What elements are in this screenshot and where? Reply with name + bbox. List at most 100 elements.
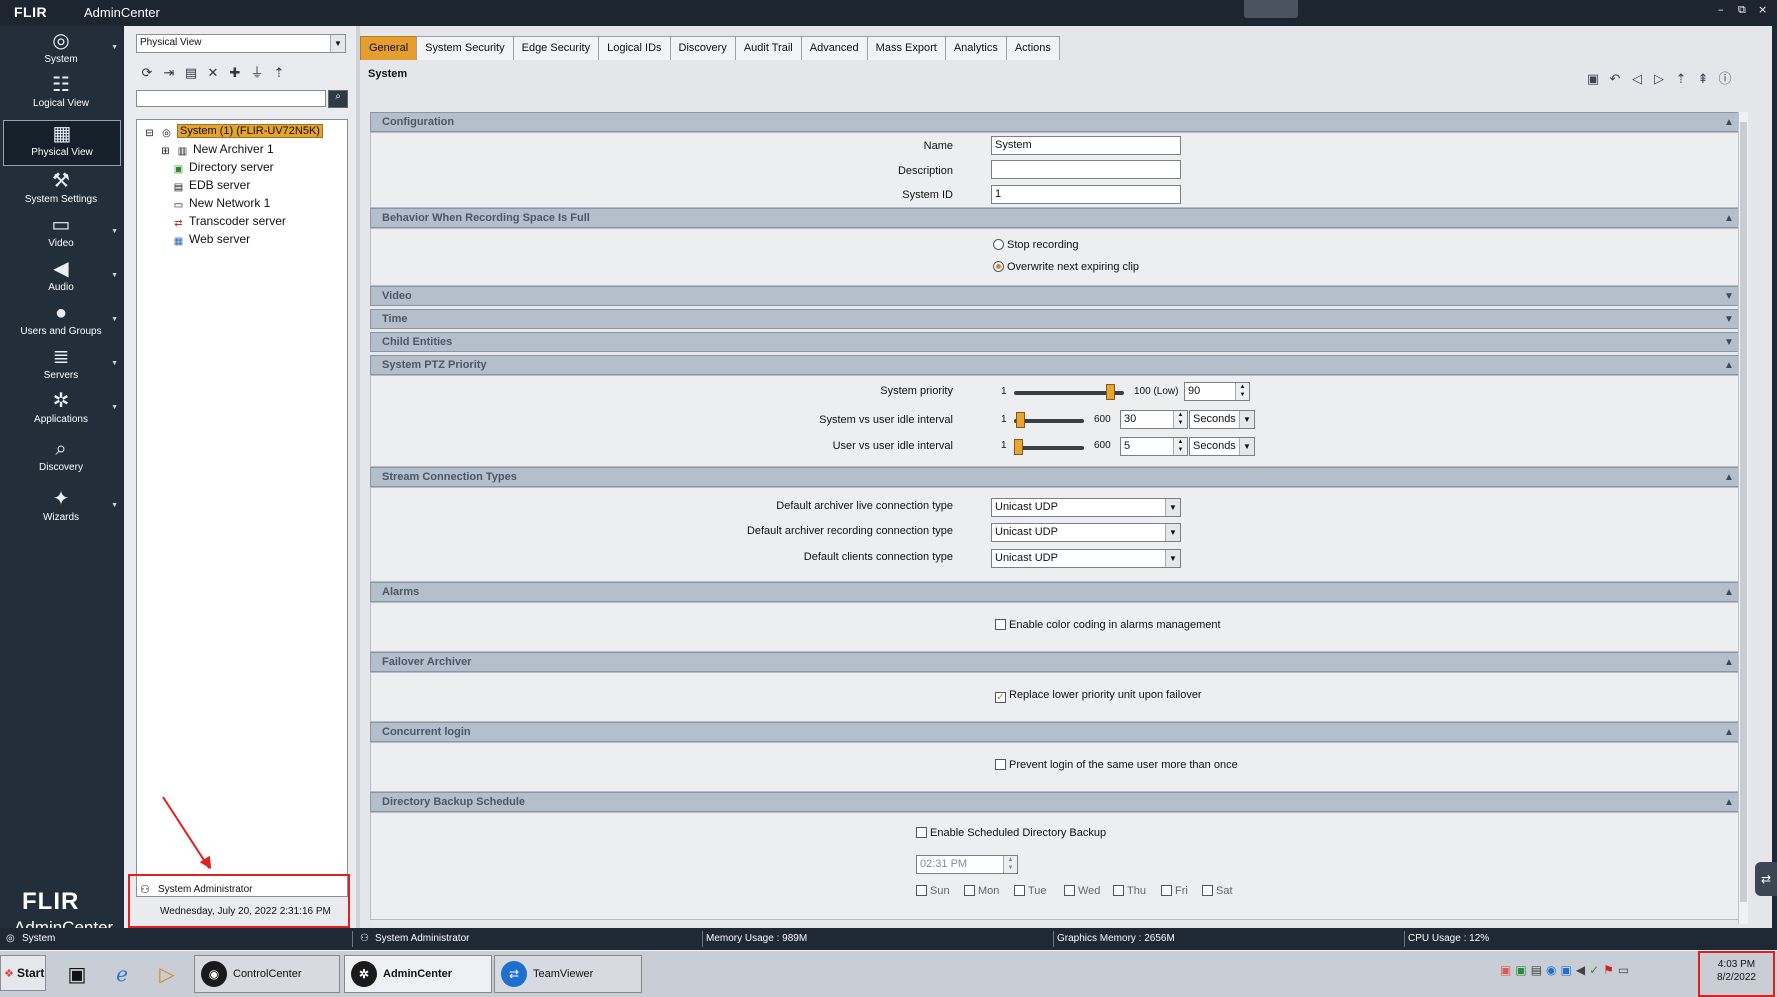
enable-backup-checkbox[interactable]: Enable Scheduled Directory Backup: [916, 827, 1106, 839]
section-behavior-header[interactable]: Behavior When Recording Space Is Full ▲: [370, 208, 1742, 228]
section-configuration-header[interactable]: Configuration ▲: [370, 112, 1742, 132]
help-icon[interactable]: ⓘ: [1714, 68, 1736, 87]
tray-app-icon[interactable]: ▣: [1500, 963, 1515, 977]
add-to-icon[interactable]: ⇞: [1692, 72, 1714, 87]
media-player-icon[interactable]: ▷: [150, 957, 184, 991]
tray-excel-icon[interactable]: ▣: [1515, 963, 1530, 977]
nav-item-servers[interactable]: ≣ Servers ▼: [0, 346, 122, 390]
section-failover-header[interactable]: Failover Archiver ▲: [370, 652, 1742, 672]
section-time-header[interactable]: Time ▼: [370, 309, 1742, 329]
nav-item-applications[interactable]: ✲ Applications ▼: [0, 390, 122, 434]
nav-item-system[interactable]: ◎ System ▼: [0, 30, 122, 74]
day-sun-checkbox[interactable]: Sun: [916, 885, 950, 897]
section-ptz-header[interactable]: System PTZ Priority ▲: [370, 355, 1742, 375]
description-field[interactable]: [991, 160, 1181, 179]
tree-node-network[interactable]: ▭ New Network 1: [172, 196, 271, 212]
tree-node-transcoder[interactable]: ⇄ Transcoder server: [172, 214, 286, 230]
tray-monitor-icon[interactable]: ▭: [1618, 963, 1633, 977]
sys-user-idle-slider[interactable]: [1014, 412, 1084, 428]
tree-node-edb-server[interactable]: ▤ EDB server: [172, 178, 251, 194]
task-controlcenter[interactable]: ◉ ControlCenter: [194, 955, 340, 993]
properties-scrollbar[interactable]: [1738, 112, 1748, 924]
system-priority-slider[interactable]: [1014, 384, 1124, 400]
task-teamviewer[interactable]: ⇄ TeamViewer: [494, 955, 642, 993]
sys-user-idle-spinner[interactable]: 30 ▲ ▼: [1120, 410, 1188, 429]
search-icon[interactable]: ⌕: [328, 90, 348, 108]
sys-user-idle-unit-select[interactable]: Seconds ▼: [1189, 410, 1255, 429]
recording-connection-select[interactable]: Unicast UDP ▼: [991, 523, 1181, 542]
tree-node-directory-server[interactable]: ▣ Directory server: [172, 160, 274, 176]
filter-icon[interactable]: ⏚: [246, 62, 268, 81]
nav-item-discovery[interactable]: ⌕ Discovery: [0, 438, 122, 482]
day-tue-checkbox[interactable]: Tue: [1014, 885, 1047, 897]
user-user-idle-unit-select[interactable]: Seconds ▼: [1189, 437, 1255, 456]
nav-item-logical-view[interactable]: ☷ Logical View: [0, 74, 122, 118]
screen-layout-toolbar[interactable]: [1244, 0, 1298, 18]
task-admincenter[interactable]: ✲ AdminCenter: [344, 955, 492, 993]
tab-analytics[interactable]: Analytics: [944, 36, 1007, 60]
minimize-button[interactable]: –: [1718, 3, 1724, 16]
overwrite-radio[interactable]: Overwrite next expiring clip: [993, 261, 1139, 273]
tree-node-archiver[interactable]: ⊞ ▥ New Archiver 1: [159, 142, 273, 158]
internet-explorer-icon[interactable]: ℯ: [105, 957, 139, 991]
delete-icon[interactable]: ✕: [202, 66, 224, 81]
add-entity-icon[interactable]: ⇥: [158, 66, 180, 81]
section-video-header[interactable]: Video ▼: [370, 286, 1742, 306]
close-button[interactable]: ×: [1758, 3, 1767, 16]
tree-node-web-server[interactable]: ▦ Web server: [172, 232, 250, 248]
backup-time-field[interactable]: 02:31 PM ▲ ▼: [916, 855, 1018, 874]
scrollbar-thumb[interactable]: [1740, 122, 1747, 902]
section-backup-header[interactable]: Directory Backup Schedule ▲: [370, 792, 1742, 812]
refresh-icon[interactable]: ⟳: [136, 66, 158, 81]
color-coding-checkbox[interactable]: Enable color coding in alarms management: [995, 619, 1221, 631]
nav-item-audio[interactable]: ◀ Audio ▼: [0, 258, 122, 302]
copy-icon[interactable]: ▤: [180, 66, 202, 81]
save-icon[interactable]: ▣: [1582, 72, 1604, 87]
section-stream-header[interactable]: Stream Connection Types ▲: [370, 467, 1742, 487]
undo-icon[interactable]: ↶: [1604, 72, 1626, 87]
system-priority-spinner[interactable]: 90 ▲ ▼: [1184, 382, 1250, 401]
replace-priority-checkbox[interactable]: ✓ Replace lower priority unit upon failov…: [995, 689, 1202, 703]
day-fri-checkbox[interactable]: Fri: [1161, 885, 1188, 897]
tray-network-icon[interactable]: ▤: [1531, 963, 1546, 977]
nav-item-system-settings[interactable]: ⚒ System Settings: [0, 170, 122, 214]
tab-actions[interactable]: Actions: [1005, 36, 1060, 60]
stop-recording-radio[interactable]: Stop recording: [993, 239, 1079, 251]
tray-flag-icon[interactable]: ⚑: [1603, 963, 1618, 977]
user-user-idle-slider[interactable]: [1014, 439, 1084, 455]
tab-edge-security[interactable]: Edge Security: [512, 36, 600, 60]
add-icon[interactable]: ✚: [224, 66, 246, 81]
section-child-entities-header[interactable]: Child Entities ▼: [370, 332, 1742, 352]
tab-mass-export[interactable]: Mass Export: [866, 36, 946, 60]
day-mon-checkbox[interactable]: Mon: [964, 885, 999, 897]
view-select[interactable]: Physical View ▼: [136, 34, 346, 53]
teamviewer-side-tab[interactable]: ⇄: [1755, 862, 1777, 896]
tray-security-icon[interactable]: ▣: [1561, 963, 1576, 977]
tab-audit-trail[interactable]: Audit Trail: [734, 36, 802, 60]
tab-logical-ids[interactable]: Logical IDs: [598, 36, 671, 60]
day-wed-checkbox[interactable]: Wed: [1064, 885, 1100, 897]
tray-volume-icon[interactable]: ◀: [1576, 963, 1589, 977]
live-connection-select[interactable]: Unicast UDP ▼: [991, 498, 1181, 517]
tab-advanced[interactable]: Advanced: [800, 36, 868, 60]
tray-teamviewer-icon[interactable]: ◉: [1546, 963, 1560, 977]
tab-discovery[interactable]: Discovery: [669, 36, 736, 60]
system-id-field[interactable]: 1: [991, 185, 1181, 204]
section-concurrent-header[interactable]: Concurrent login ▲: [370, 722, 1742, 742]
clients-connection-select[interactable]: Unicast UDP ▼: [991, 549, 1181, 568]
move-up-icon[interactable]: ⇡: [268, 66, 290, 81]
nav-item-wizards[interactable]: ✦ Wizards ▼: [0, 488, 122, 532]
restore-button[interactable]: ⧉: [1738, 3, 1746, 17]
back-icon[interactable]: ◁: [1626, 72, 1648, 87]
tray-check-icon[interactable]: ✓: [1589, 963, 1603, 977]
taskbar-clock[interactable]: 4:03 PM 8/2/2022: [1698, 951, 1775, 997]
forward-icon[interactable]: ▷: [1648, 72, 1670, 87]
tree-search-input[interactable]: [136, 90, 326, 107]
tree-node-root[interactable]: ⊟ ◎ System (1) (FLIR-UV72N5K): [143, 124, 323, 140]
tab-system-security[interactable]: System Security: [416, 36, 514, 60]
prevent-login-checkbox[interactable]: Prevent login of the same user more than…: [995, 759, 1238, 771]
nav-item-users-and-groups[interactable]: ● Users and Groups ▼: [0, 302, 122, 346]
nav-item-physical-view[interactable]: ▦ Physical View: [3, 120, 121, 166]
name-field[interactable]: System: [991, 136, 1181, 155]
user-user-idle-spinner[interactable]: 5 ▲ ▼: [1120, 437, 1188, 456]
